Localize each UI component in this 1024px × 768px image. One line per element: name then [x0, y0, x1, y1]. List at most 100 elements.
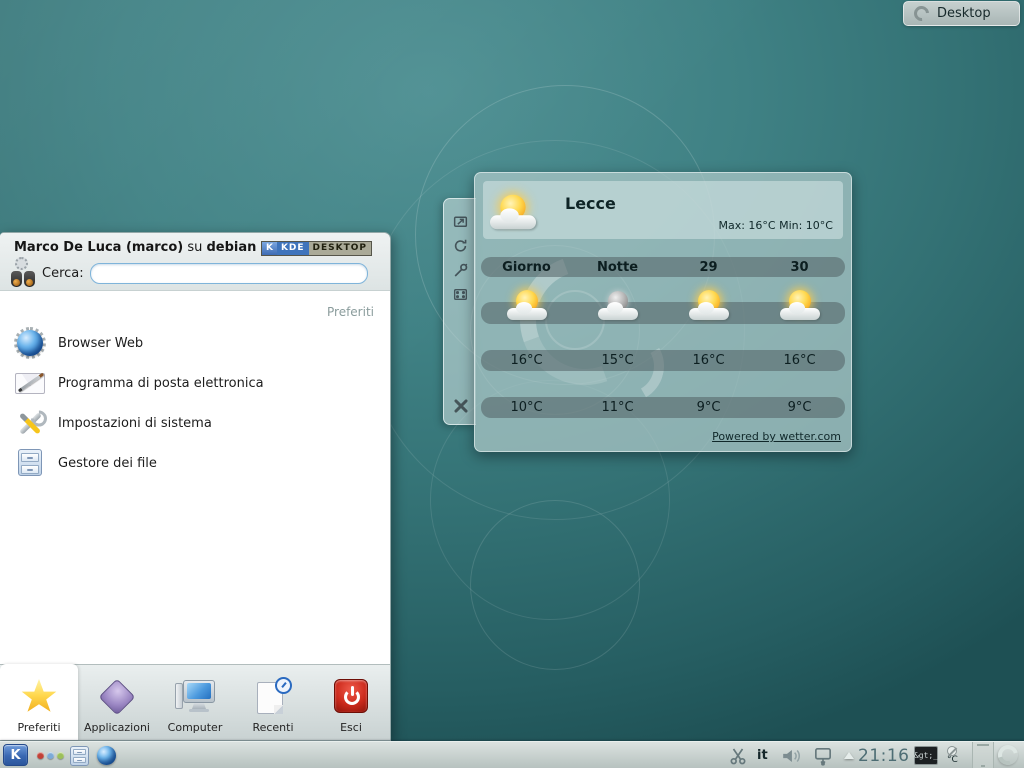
menu-item-label: Programma di posta elettronica [58, 376, 264, 391]
weather-icon-sun-cloud [778, 290, 822, 322]
day-temp: 16°C [754, 353, 845, 368]
weather-day-temps-row: 16°C 15°C 16°C 16°C [481, 350, 845, 371]
volume-tray-icon[interactable] [781, 742, 805, 768]
weather-col-label: Giorno [481, 260, 572, 275]
calendar-strip-widget[interactable] [972, 742, 994, 768]
pager-dot-blue[interactable] [47, 752, 54, 759]
close-icon[interactable] [452, 397, 469, 414]
weather-cell [572, 304, 663, 322]
terminal-glyph: &gt;_ [914, 751, 938, 760]
weather-col-label: 30 [754, 260, 845, 275]
kde-desktop-badge: K KDE DESKTOP [261, 241, 372, 256]
tab-computer[interactable]: Computer [156, 665, 234, 740]
taskbar-panel: K it 21:16 &gt;_ °C [0, 741, 1024, 768]
maximize-icon[interactable] [452, 286, 469, 303]
tab-label: Esci [340, 721, 362, 734]
kde-badge-text: KDE [277, 242, 309, 255]
computer-icon [175, 677, 215, 717]
weather-tray-icon[interactable]: °C [947, 742, 958, 768]
tab-label: Recenti [252, 721, 293, 734]
weather-tray-label: °C [947, 756, 958, 765]
menu-item-system-settings[interactable]: Impostazioni di sistema [0, 403, 388, 443]
tab-label: Applicazioni [84, 721, 150, 734]
tray-expander-button[interactable] [844, 742, 854, 768]
file-cabinet-icon [14, 447, 46, 479]
pager-dots[interactable] [37, 742, 64, 768]
kickoff-tabbar: Preferiti Applicazioni Computer Recenti … [0, 664, 390, 740]
menu-item-label: Gestore dei file [58, 456, 157, 471]
tab-preferiti[interactable]: Preferiti [0, 664, 78, 740]
pager-dot-green[interactable] [57, 752, 64, 759]
menu-item-file-manager[interactable]: Gestore dei file [0, 443, 388, 483]
menu-item-email-client[interactable]: Programma di posta elettronica [0, 363, 388, 403]
night-temp: 9°C [754, 400, 845, 415]
menu-item-label: Impostazioni di sistema [58, 416, 212, 431]
plasmoid-handle[interactable] [443, 198, 476, 425]
weather-icon-sun-cloud [687, 290, 731, 322]
speaker-icon [781, 747, 805, 765]
wallpaper-swirl [470, 500, 640, 670]
applications-diamond-icon [97, 677, 137, 717]
tab-esci[interactable]: Esci [312, 665, 390, 740]
keyboard-layout-indicator[interactable]: it [757, 742, 768, 768]
night-temp: 9°C [663, 400, 754, 415]
weather-icons-row [481, 302, 845, 324]
weather-header: Lecce Max: 16°C Min: 10°C [483, 181, 843, 239]
menu-item-label: Browser Web [58, 336, 143, 351]
scissors-icon [729, 747, 747, 765]
digital-clock[interactable]: 21:16 [858, 742, 910, 768]
search-input[interactable] [90, 263, 368, 284]
terminal-tray-icon[interactable]: &gt;_ [914, 746, 938, 765]
weather-icon-sun-cloud [488, 195, 539, 232]
desktop-toolbox[interactable]: Desktop [903, 1, 1020, 26]
weather-cell [481, 304, 572, 322]
mail-icon [14, 367, 46, 399]
host-name: debian [207, 240, 257, 255]
web-browser-icon [14, 327, 46, 359]
weather-col-label: 29 [663, 260, 754, 275]
menu-item-browser-web[interactable]: Browser Web [0, 323, 388, 363]
chevron-up-icon [844, 752, 854, 759]
weather-icon-sun-cloud [505, 290, 549, 322]
user-connector: su [183, 240, 206, 255]
weather-cell [663, 304, 754, 322]
weather-night-temps-row: 10°C 11°C 9°C 9°C [481, 397, 845, 418]
rotate-icon[interactable] [452, 237, 469, 254]
globe-icon [97, 746, 116, 765]
kmenu-button[interactable]: K [3, 744, 28, 766]
weather-cell [754, 304, 845, 322]
plasma-cashew-icon [911, 3, 932, 24]
configure-wrench-icon[interactable] [452, 262, 469, 279]
plasma-cashew-icon [994, 741, 1021, 768]
tab-applicazioni[interactable]: Applicazioni [78, 665, 156, 740]
weather-col-label: Notte [572, 260, 663, 275]
search-binoculars-icon [9, 257, 37, 287]
network-monitor-icon [812, 746, 834, 766]
pager-dot-red[interactable] [37, 752, 44, 759]
tab-label: Preferiti [17, 721, 60, 734]
kickoff-launcher: Marco De Luca (marco) su debian K KDE DE… [0, 232, 391, 741]
resize-icon[interactable] [452, 213, 469, 230]
day-temp: 16°C [663, 353, 754, 368]
tab-label: Computer [168, 721, 223, 734]
klipper-tray-icon[interactable] [729, 742, 747, 768]
panel-toolbox-cashew[interactable] [998, 743, 1022, 767]
kde-logo-icon: K [262, 242, 277, 255]
desktop-toolbox-label: Desktop [937, 6, 991, 21]
browser-launcher[interactable] [97, 742, 116, 768]
recent-documents-icon [253, 677, 293, 717]
network-tray-icon[interactable] [812, 742, 834, 768]
day-temp: 16°C [481, 353, 572, 368]
weather-widget[interactable]: Lecce Max: 16°C Min: 10°C Giorno Notte 2… [474, 172, 852, 452]
star-icon [19, 677, 59, 717]
file-manager-launcher[interactable] [70, 742, 89, 768]
favorites-list: Browser Web Programma di posta elettroni… [0, 323, 388, 483]
weather-city: Lecce [565, 194, 616, 213]
kickoff-user-title: Marco De Luca (marco) su debian [14, 240, 256, 255]
tab-recenti[interactable]: Recenti [234, 665, 312, 740]
kickoff-header: Marco De Luca (marco) su debian K KDE DE… [0, 233, 390, 291]
calendar-tick [977, 744, 989, 746]
weather-icon-moon-cloud [596, 290, 640, 322]
user-name: Marco De Luca (marco) [14, 240, 183, 255]
weather-credit-link[interactable]: Powered by wetter.com [712, 430, 841, 443]
